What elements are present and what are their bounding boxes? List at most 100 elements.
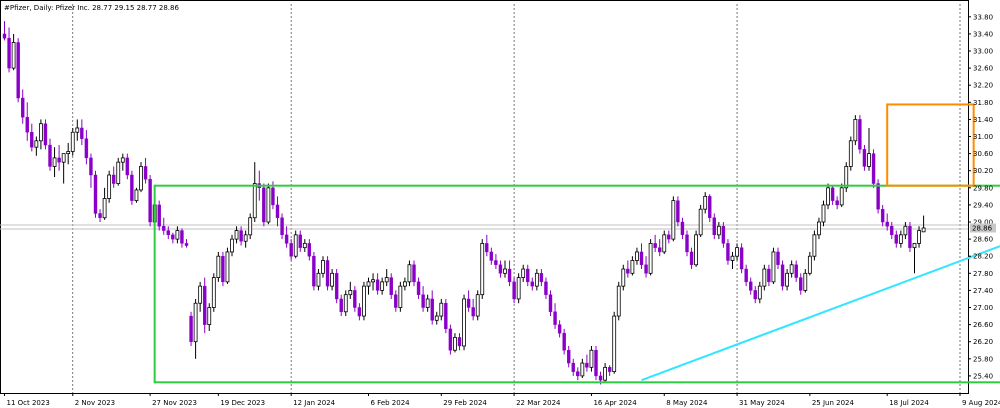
candle-body bbox=[448, 328, 453, 351]
candle-body bbox=[98, 213, 102, 218]
candle-body bbox=[457, 337, 462, 347]
price-tick-label: 28.60 bbox=[973, 236, 993, 244]
candle-body bbox=[252, 183, 257, 219]
candle-body bbox=[835, 200, 839, 206]
consolidation-range-box bbox=[153, 184, 1000, 384]
candle-body bbox=[708, 196, 712, 218]
candle-body bbox=[685, 234, 689, 253]
date-tick-label: 16 Apr 2024 bbox=[593, 399, 637, 407]
candle-body bbox=[416, 281, 421, 295]
candle-body bbox=[61, 153, 66, 163]
date-tick-label: 2 Nov 2023 bbox=[75, 399, 115, 407]
candle-body bbox=[366, 281, 371, 287]
candle-body bbox=[703, 195, 708, 210]
candle-body bbox=[567, 350, 571, 364]
candle-body bbox=[648, 242, 653, 274]
candle-body bbox=[603, 366, 607, 381]
candle-body bbox=[125, 157, 130, 176]
candle-body bbox=[612, 315, 617, 373]
price-chart[interactable]: 33.80 33.40 33.00 32.60 32.20 31.80 31.40 31.00… bbox=[0, 0, 1000, 408]
candle-body bbox=[890, 226, 894, 236]
candle-body bbox=[680, 221, 685, 236]
candle-body bbox=[25, 117, 29, 133]
date-tick-label: 12 Jan 2024 bbox=[293, 399, 336, 407]
candle-body bbox=[753, 290, 757, 300]
candle-body bbox=[307, 243, 312, 257]
candle-body bbox=[234, 230, 239, 240]
candle-body bbox=[598, 375, 603, 381]
candle-body bbox=[498, 264, 503, 274]
candle-body bbox=[830, 187, 835, 201]
candle-body bbox=[57, 157, 61, 163]
price-tick-label: 31.80 bbox=[973, 99, 993, 107]
candle-body bbox=[880, 208, 885, 223]
candle-body bbox=[211, 277, 216, 308]
date-tick-label: 8 May 2024 bbox=[666, 399, 708, 407]
candle-body bbox=[34, 140, 39, 148]
candle-body bbox=[621, 268, 626, 287]
candle-body bbox=[539, 273, 544, 283]
candle-body bbox=[284, 234, 289, 244]
candle-body bbox=[75, 127, 80, 133]
candle-body bbox=[794, 264, 798, 278]
candle-body bbox=[594, 350, 598, 377]
price-tick-label: 32.60 bbox=[973, 65, 993, 73]
candle-body bbox=[671, 200, 676, 240]
candle-body bbox=[462, 298, 466, 347]
candle-body bbox=[858, 119, 862, 150]
candle-body bbox=[184, 243, 189, 246]
candle-body bbox=[80, 127, 84, 139]
candle-body bbox=[585, 362, 589, 368]
candle-body bbox=[371, 279, 375, 283]
price-axis: 33.80 33.40 33.00 32.60 32.20 31.80 31.40 31.00… bbox=[968, 13, 996, 380]
candle-body bbox=[799, 277, 803, 291]
price-tick-label: 25.40 bbox=[973, 372, 993, 380]
candle-body bbox=[2, 33, 7, 39]
candle-body bbox=[862, 149, 867, 167]
candle-body bbox=[84, 138, 89, 159]
candle-body bbox=[289, 243, 293, 257]
price-tick-label: 29.80 bbox=[973, 184, 993, 192]
price-tick-label: 33.80 bbox=[973, 13, 993, 21]
candle-body bbox=[180, 230, 184, 244]
candle-body bbox=[739, 247, 744, 270]
candle-body bbox=[553, 311, 557, 325]
candle-body bbox=[894, 234, 898, 244]
price-tick-label: 28.20 bbox=[973, 253, 993, 261]
candle-body bbox=[343, 294, 348, 313]
date-tick-label: 19 Dec 2023 bbox=[220, 399, 265, 407]
candle-body bbox=[293, 234, 298, 257]
candle-body bbox=[453, 337, 457, 351]
date-tick-label: 31 May 2024 bbox=[739, 399, 785, 407]
price-tick-label: 31.00 bbox=[973, 133, 993, 141]
candle-body bbox=[876, 183, 880, 210]
candle-body bbox=[43, 123, 48, 146]
date-tick-label: 29 Feb 2024 bbox=[443, 399, 487, 407]
breakout-box bbox=[886, 103, 975, 187]
candle-body bbox=[102, 198, 107, 219]
candle-body bbox=[785, 272, 789, 287]
candle-body bbox=[630, 260, 635, 274]
candle-body bbox=[316, 272, 321, 287]
date-tick-label: 25 Jun 2024 bbox=[812, 399, 855, 407]
candle-body bbox=[134, 189, 139, 202]
candle-body bbox=[744, 268, 748, 283]
candle-body bbox=[302, 242, 307, 249]
price-tick-label: 30.60 bbox=[973, 150, 993, 158]
candle-body bbox=[512, 281, 516, 300]
date-axis: 11 Oct 2023 2 Nov 2023 27 Nov 2023 19 Dec 2… bbox=[4, 393, 1000, 407]
candlestick-series bbox=[2, 21, 926, 385]
candle-body bbox=[421, 294, 425, 308]
candle-body bbox=[853, 119, 858, 142]
candle-body bbox=[7, 37, 11, 69]
candle-body bbox=[89, 157, 93, 176]
drawing-objects[interactable] bbox=[153, 103, 1000, 384]
candle-body bbox=[757, 285, 762, 300]
candle-body bbox=[771, 251, 776, 283]
candle-body bbox=[562, 332, 566, 351]
price-tick-label: 26.60 bbox=[973, 321, 993, 329]
candle-body bbox=[398, 285, 403, 308]
candle-body bbox=[639, 251, 644, 265]
candle-body bbox=[489, 251, 494, 261]
candle-body bbox=[626, 268, 630, 274]
